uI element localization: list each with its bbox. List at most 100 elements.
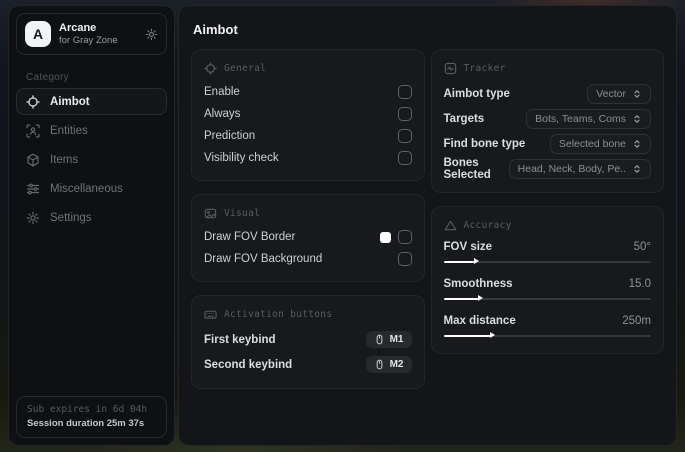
image-icon — [204, 207, 217, 220]
setting-row: Draw FOV Border — [204, 226, 412, 248]
sidebar-item-label: Miscellaneous — [50, 182, 123, 195]
setting-row: Prediction — [204, 125, 412, 147]
setting-row: Bones Selected Head, Neck, Body, Pe.. — [444, 156, 651, 181]
fov-size-slider[interactable] — [443, 258, 651, 266]
setting-label: Visibility check — [204, 152, 279, 164]
dropdown-value: Bots, Teams, Coms — [535, 112, 626, 125]
general-card: General Enable Always Prediction Visibil… — [191, 49, 425, 181]
setting-label: Always — [204, 108, 241, 120]
setting-value: 250m — [622, 315, 651, 327]
sidebar: A Arcane for Gray Zone Category Aimbot E… — [8, 5, 175, 446]
second-keybind-button[interactable]: M2 — [365, 356, 412, 373]
slider-handle[interactable] — [477, 295, 483, 302]
setting-row: First keybind M1 — [204, 327, 412, 352]
always-checkbox[interactable] — [397, 107, 412, 121]
setting-label: Aimbot type — [443, 87, 510, 100]
cube-icon — [26, 153, 40, 167]
slider-handle[interactable] — [473, 258, 479, 265]
setting-value: 15.0 — [628, 278, 651, 290]
keybind-value: M2 — [389, 359, 404, 370]
card-title: Tracker — [463, 63, 506, 74]
aimbot-type-dropdown[interactable]: Vector — [587, 83, 651, 104]
header-gear-icon[interactable] — [145, 28, 158, 41]
setting-label: FOV size — [443, 241, 493, 253]
enable-checkbox[interactable] — [397, 85, 412, 99]
category-label: Category — [26, 72, 69, 83]
session-duration-text: Session duration 25m 37s — [27, 418, 145, 429]
sliders-icon — [26, 182, 40, 196]
app-subtitle: for Gray Zone — [59, 34, 118, 46]
setting-row: Always — [204, 103, 412, 125]
sidebar-item-label: Items — [50, 153, 79, 166]
app-header: A Arcane for Gray Zone — [16, 13, 167, 55]
card-title: Accuracy — [463, 220, 512, 231]
sidebar-item-aimbot[interactable]: Aimbot — [16, 88, 167, 115]
app-name: Arcane — [59, 21, 97, 34]
sidebar-item-miscellaneous[interactable]: Miscellaneous — [16, 175, 167, 202]
sidebar-item-items[interactable]: Items — [16, 146, 167, 173]
chevron-up-down-icon — [632, 164, 642, 174]
slider-handle[interactable] — [490, 332, 496, 339]
setting-label: Max distance — [443, 315, 516, 327]
mouse-icon — [374, 334, 385, 345]
visibility-check-checkbox[interactable] — [397, 151, 412, 165]
draw-fov-background-checkbox[interactable] — [397, 252, 412, 266]
keyboard-icon — [204, 308, 217, 321]
setting-row: Max distance 250m — [443, 312, 651, 340]
find-bone-type-dropdown[interactable]: Selected bone — [549, 133, 651, 154]
max-distance-slider[interactable] — [443, 332, 651, 340]
setting-row: Find bone type Selected bone — [443, 131, 651, 156]
sidebar-item-label: Settings — [50, 211, 92, 224]
setting-value: 50° — [633, 241, 651, 253]
crosshair-icon — [26, 94, 40, 109]
bones-selected-dropdown[interactable]: Head, Neck, Body, Pe.. — [508, 158, 651, 179]
subscription-info: Sub expires in 6d 04h Session duration 2… — [16, 396, 167, 438]
prediction-checkbox[interactable] — [397, 129, 412, 143]
accuracy-card: Accuracy FOV size 50° Smoothness 15.0 Ma… — [430, 206, 664, 354]
sidebar-item-label: Aimbot — [50, 95, 90, 108]
tracker-card: Tracker Aimbot type Vector Targets Bots,… — [430, 49, 664, 193]
setting-label: Enable — [204, 86, 240, 98]
setting-row: Aimbot type Vector — [443, 81, 651, 106]
sub-expires-text: Sub expires in 6d 04h — [27, 404, 148, 415]
draw-fov-border-checkbox[interactable] — [397, 230, 412, 244]
app-logo: A — [25, 21, 51, 47]
activation-buttons-card: Activation buttons First keybind M1 Seco… — [191, 295, 425, 389]
sidebar-item-entities[interactable]: Entities — [16, 117, 167, 144]
fov-border-color-swatch[interactable] — [379, 231, 391, 243]
setting-row: FOV size 50° — [443, 238, 651, 266]
smoothness-slider[interactable] — [443, 295, 651, 303]
targets-dropdown[interactable]: Bots, Teams, Coms — [526, 108, 651, 129]
setting-row: Smoothness 15.0 — [443, 275, 651, 303]
page-title: Aimbot — [193, 22, 238, 37]
card-title: General — [224, 63, 267, 74]
sidebar-item-settings[interactable]: Settings — [16, 204, 167, 231]
setting-label: Find bone type — [443, 137, 526, 150]
first-keybind-button[interactable]: M1 — [365, 331, 412, 348]
main-panel: Aimbot General Enable Always Prediction … — [178, 5, 677, 446]
activity-icon — [444, 62, 457, 75]
setting-label: Smoothness — [443, 278, 513, 290]
mouse-icon — [374, 359, 385, 370]
dropdown-value: Head, Neck, Body, Pe.. — [517, 162, 626, 175]
setting-row: Targets Bots, Teams, Coms — [443, 106, 651, 131]
slider-fill — [443, 258, 479, 265]
card-title: Activation buttons — [224, 309, 333, 320]
keybind-value: M1 — [389, 334, 404, 345]
setting-row: Second keybind M2 — [204, 352, 412, 377]
gear-icon — [26, 211, 40, 225]
dropdown-value: Vector — [596, 87, 626, 100]
setting-row: Draw FOV Background — [204, 248, 412, 270]
setting-row: Visibility check — [204, 147, 412, 169]
dropdown-value: Selected bone — [558, 137, 626, 150]
setting-row: Enable — [204, 81, 412, 103]
card-title: Visual — [224, 208, 261, 219]
sidebar-item-label: Entities — [50, 124, 88, 137]
setting-label: Draw FOV Border — [204, 231, 296, 243]
slider-fill — [443, 332, 496, 339]
crosshair-icon — [204, 62, 217, 75]
setting-label: Targets — [443, 112, 485, 125]
setting-label: Draw FOV Background — [204, 253, 323, 265]
sidebar-nav: Aimbot Entities Items Miscellaneous Sett… — [9, 88, 174, 231]
person-scan-icon — [26, 123, 40, 138]
